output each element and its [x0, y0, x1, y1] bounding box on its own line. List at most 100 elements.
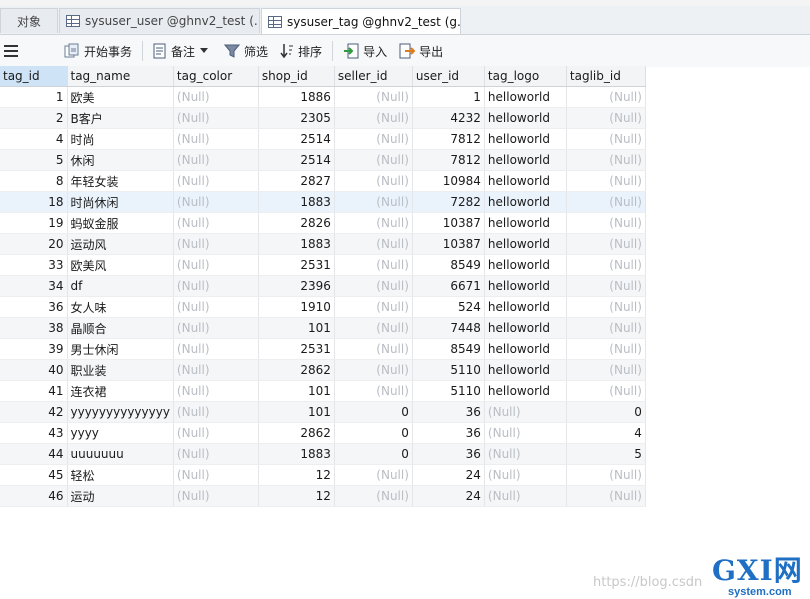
table-row[interactable]: 1 欧美 (Null) 1886 (Null) 1 helloworld (Null) [0, 86, 646, 108]
cell-tag-logo[interactable]: (Null) [484, 485, 567, 507]
cell-tag-name[interactable]: 年轻女装 [67, 170, 174, 192]
cell-seller-id[interactable]: (Null) [334, 296, 413, 318]
cell-taglib-id[interactable]: 4 [566, 422, 646, 444]
cell-seller-id[interactable]: (Null) [334, 212, 413, 234]
cell-tag-logo[interactable]: helloworld [484, 317, 567, 339]
cell-tag-color[interactable]: (Null) [173, 212, 259, 234]
cell-tag-logo[interactable]: (Null) [484, 422, 567, 444]
cell-shop-id[interactable]: 2531 [258, 254, 335, 276]
table-row[interactable]: 38 晶顺合 (Null) 101 (Null) 7448 helloworld (Null) [0, 317, 646, 339]
table-row[interactable]: 46 运动 (Null) 12 (Null) 24 (Null) (Null) [0, 485, 646, 507]
cell-tag-logo[interactable]: helloworld [484, 296, 567, 318]
cell-tag-name[interactable]: 时尚 [67, 128, 174, 150]
cell-shop-id[interactable]: 2514 [258, 149, 335, 171]
cell-tag-id[interactable]: 2 [0, 107, 68, 129]
cell-seller-id[interactable]: 0 [334, 422, 413, 444]
cell-tag-name[interactable]: 连衣裙 [67, 380, 174, 402]
cell-tag-color[interactable]: (Null) [173, 359, 259, 381]
tab-objects[interactable]: 对象 [0, 8, 58, 33]
cell-taglib-id[interactable]: (Null) [566, 338, 646, 360]
cell-taglib-id[interactable]: (Null) [566, 86, 646, 108]
column-header-seller-id[interactable]: seller_id [334, 66, 413, 87]
cell-seller-id[interactable]: (Null) [334, 86, 413, 108]
cell-tag-color[interactable]: (Null) [173, 443, 259, 465]
cell-tag-logo[interactable]: helloworld [484, 170, 567, 192]
cell-tag-id[interactable]: 20 [0, 233, 68, 255]
cell-taglib-id[interactable]: (Null) [566, 233, 646, 255]
cell-tag-id[interactable]: 5 [0, 149, 68, 171]
cell-tag-logo[interactable]: helloworld [484, 212, 567, 234]
cell-tag-logo[interactable]: helloworld [484, 254, 567, 276]
cell-tag-color[interactable]: (Null) [173, 422, 259, 444]
cell-tag-color[interactable]: (Null) [173, 317, 259, 339]
tab-sysuser-tag[interactable]: sysuser_tag @ghnv2_test (g... [261, 8, 461, 34]
cell-user-id[interactable]: 24 [412, 485, 485, 507]
cell-tag-name[interactable]: B客户 [67, 107, 174, 129]
cell-tag-logo[interactable]: helloworld [484, 149, 567, 171]
cell-user-id[interactable]: 36 [412, 401, 485, 423]
cell-seller-id[interactable]: (Null) [334, 170, 413, 192]
cell-seller-id[interactable]: (Null) [334, 338, 413, 360]
cell-shop-id[interactable]: 12 [258, 485, 335, 507]
cell-tag-name[interactable]: uuuuuuu [67, 443, 174, 465]
cell-seller-id[interactable]: (Null) [334, 149, 413, 171]
cell-tag-name[interactable]: 男士休闲 [67, 338, 174, 360]
cell-user-id[interactable]: 5110 [412, 359, 485, 381]
cell-taglib-id[interactable]: (Null) [566, 275, 646, 297]
cell-tag-id[interactable]: 43 [0, 422, 68, 444]
cell-tag-name[interactable]: 职业装 [67, 359, 174, 381]
cell-tag-logo[interactable]: helloworld [484, 233, 567, 255]
cell-shop-id[interactable]: 1883 [258, 233, 335, 255]
cell-tag-color[interactable]: (Null) [173, 128, 259, 150]
cell-taglib-id[interactable]: (Null) [566, 359, 646, 381]
cell-tag-logo[interactable]: helloworld [484, 191, 567, 213]
cell-tag-id[interactable]: 33 [0, 254, 68, 276]
cell-tag-color[interactable]: (Null) [173, 254, 259, 276]
cell-taglib-id[interactable]: (Null) [566, 380, 646, 402]
cell-tag-color[interactable]: (Null) [173, 401, 259, 423]
import-button[interactable]: 导入 [337, 38, 393, 64]
cell-tag-name[interactable]: 时尚休闲 [67, 191, 174, 213]
cell-taglib-id[interactable]: (Null) [566, 212, 646, 234]
cell-taglib-id[interactable]: (Null) [566, 464, 646, 486]
cell-tag-name[interactable]: df [67, 275, 174, 297]
cell-shop-id[interactable]: 2531 [258, 338, 335, 360]
cell-shop-id[interactable]: 2862 [258, 422, 335, 444]
cell-shop-id[interactable]: 2862 [258, 359, 335, 381]
cell-shop-id[interactable]: 1883 [258, 191, 335, 213]
cell-shop-id[interactable]: 2826 [258, 212, 335, 234]
cell-tag-id[interactable]: 46 [0, 485, 68, 507]
table-row[interactable]: 42 yyyyyyyyyyyyyy (Null) 101 0 36 (Null) 0 [0, 401, 646, 423]
cell-user-id[interactable]: 5110 [412, 380, 485, 402]
cell-tag-color[interactable]: (Null) [173, 485, 259, 507]
cell-seller-id[interactable]: 0 [334, 401, 413, 423]
cell-tag-color[interactable]: (Null) [173, 191, 259, 213]
table-row[interactable]: 2 B客户 (Null) 2305 (Null) 4232 helloworld (Null) [0, 107, 646, 129]
column-header-tag-name[interactable]: tag_name [67, 66, 174, 87]
cell-shop-id[interactable]: 101 [258, 401, 335, 423]
table-row[interactable]: 43 yyyy (Null) 2862 0 36 (Null) 4 [0, 422, 646, 444]
table-row[interactable]: 18 时尚休闲 (Null) 1883 (Null) 7282 helloworld (Nul… [0, 191, 646, 213]
cell-user-id[interactable]: 10387 [412, 212, 485, 234]
cell-tag-id[interactable]: 1 [0, 86, 68, 108]
cell-tag-id[interactable]: 18 [0, 191, 68, 213]
cell-seller-id[interactable]: (Null) [334, 464, 413, 486]
table-row[interactable]: 44 uuuuuuu (Null) 1883 0 36 (Null) 5 [0, 443, 646, 465]
cell-taglib-id[interactable]: 0 [566, 401, 646, 423]
cell-user-id[interactable]: 8549 [412, 338, 485, 360]
cell-tag-id[interactable]: 38 [0, 317, 68, 339]
cell-tag-logo[interactable]: helloworld [484, 359, 567, 381]
cell-shop-id[interactable]: 1910 [258, 296, 335, 318]
cell-user-id[interactable]: 1 [412, 86, 485, 108]
cell-tag-id[interactable]: 45 [0, 464, 68, 486]
column-header-tag-color[interactable]: tag_color [173, 66, 259, 87]
cell-user-id[interactable]: 7282 [412, 191, 485, 213]
cell-tag-name[interactable]: 欧美 [67, 86, 174, 108]
cell-tag-name[interactable]: 运动 [67, 485, 174, 507]
cell-shop-id[interactable]: 101 [258, 380, 335, 402]
cell-tag-name[interactable]: 运动风 [67, 233, 174, 255]
filter-button[interactable]: 筛选 [218, 38, 274, 64]
begin-transaction-button[interactable]: 开始事务 [58, 38, 138, 64]
table-row[interactable]: 36 女人味 (Null) 1910 (Null) 524 helloworld (Null) [0, 296, 646, 318]
cell-taglib-id[interactable]: (Null) [566, 296, 646, 318]
